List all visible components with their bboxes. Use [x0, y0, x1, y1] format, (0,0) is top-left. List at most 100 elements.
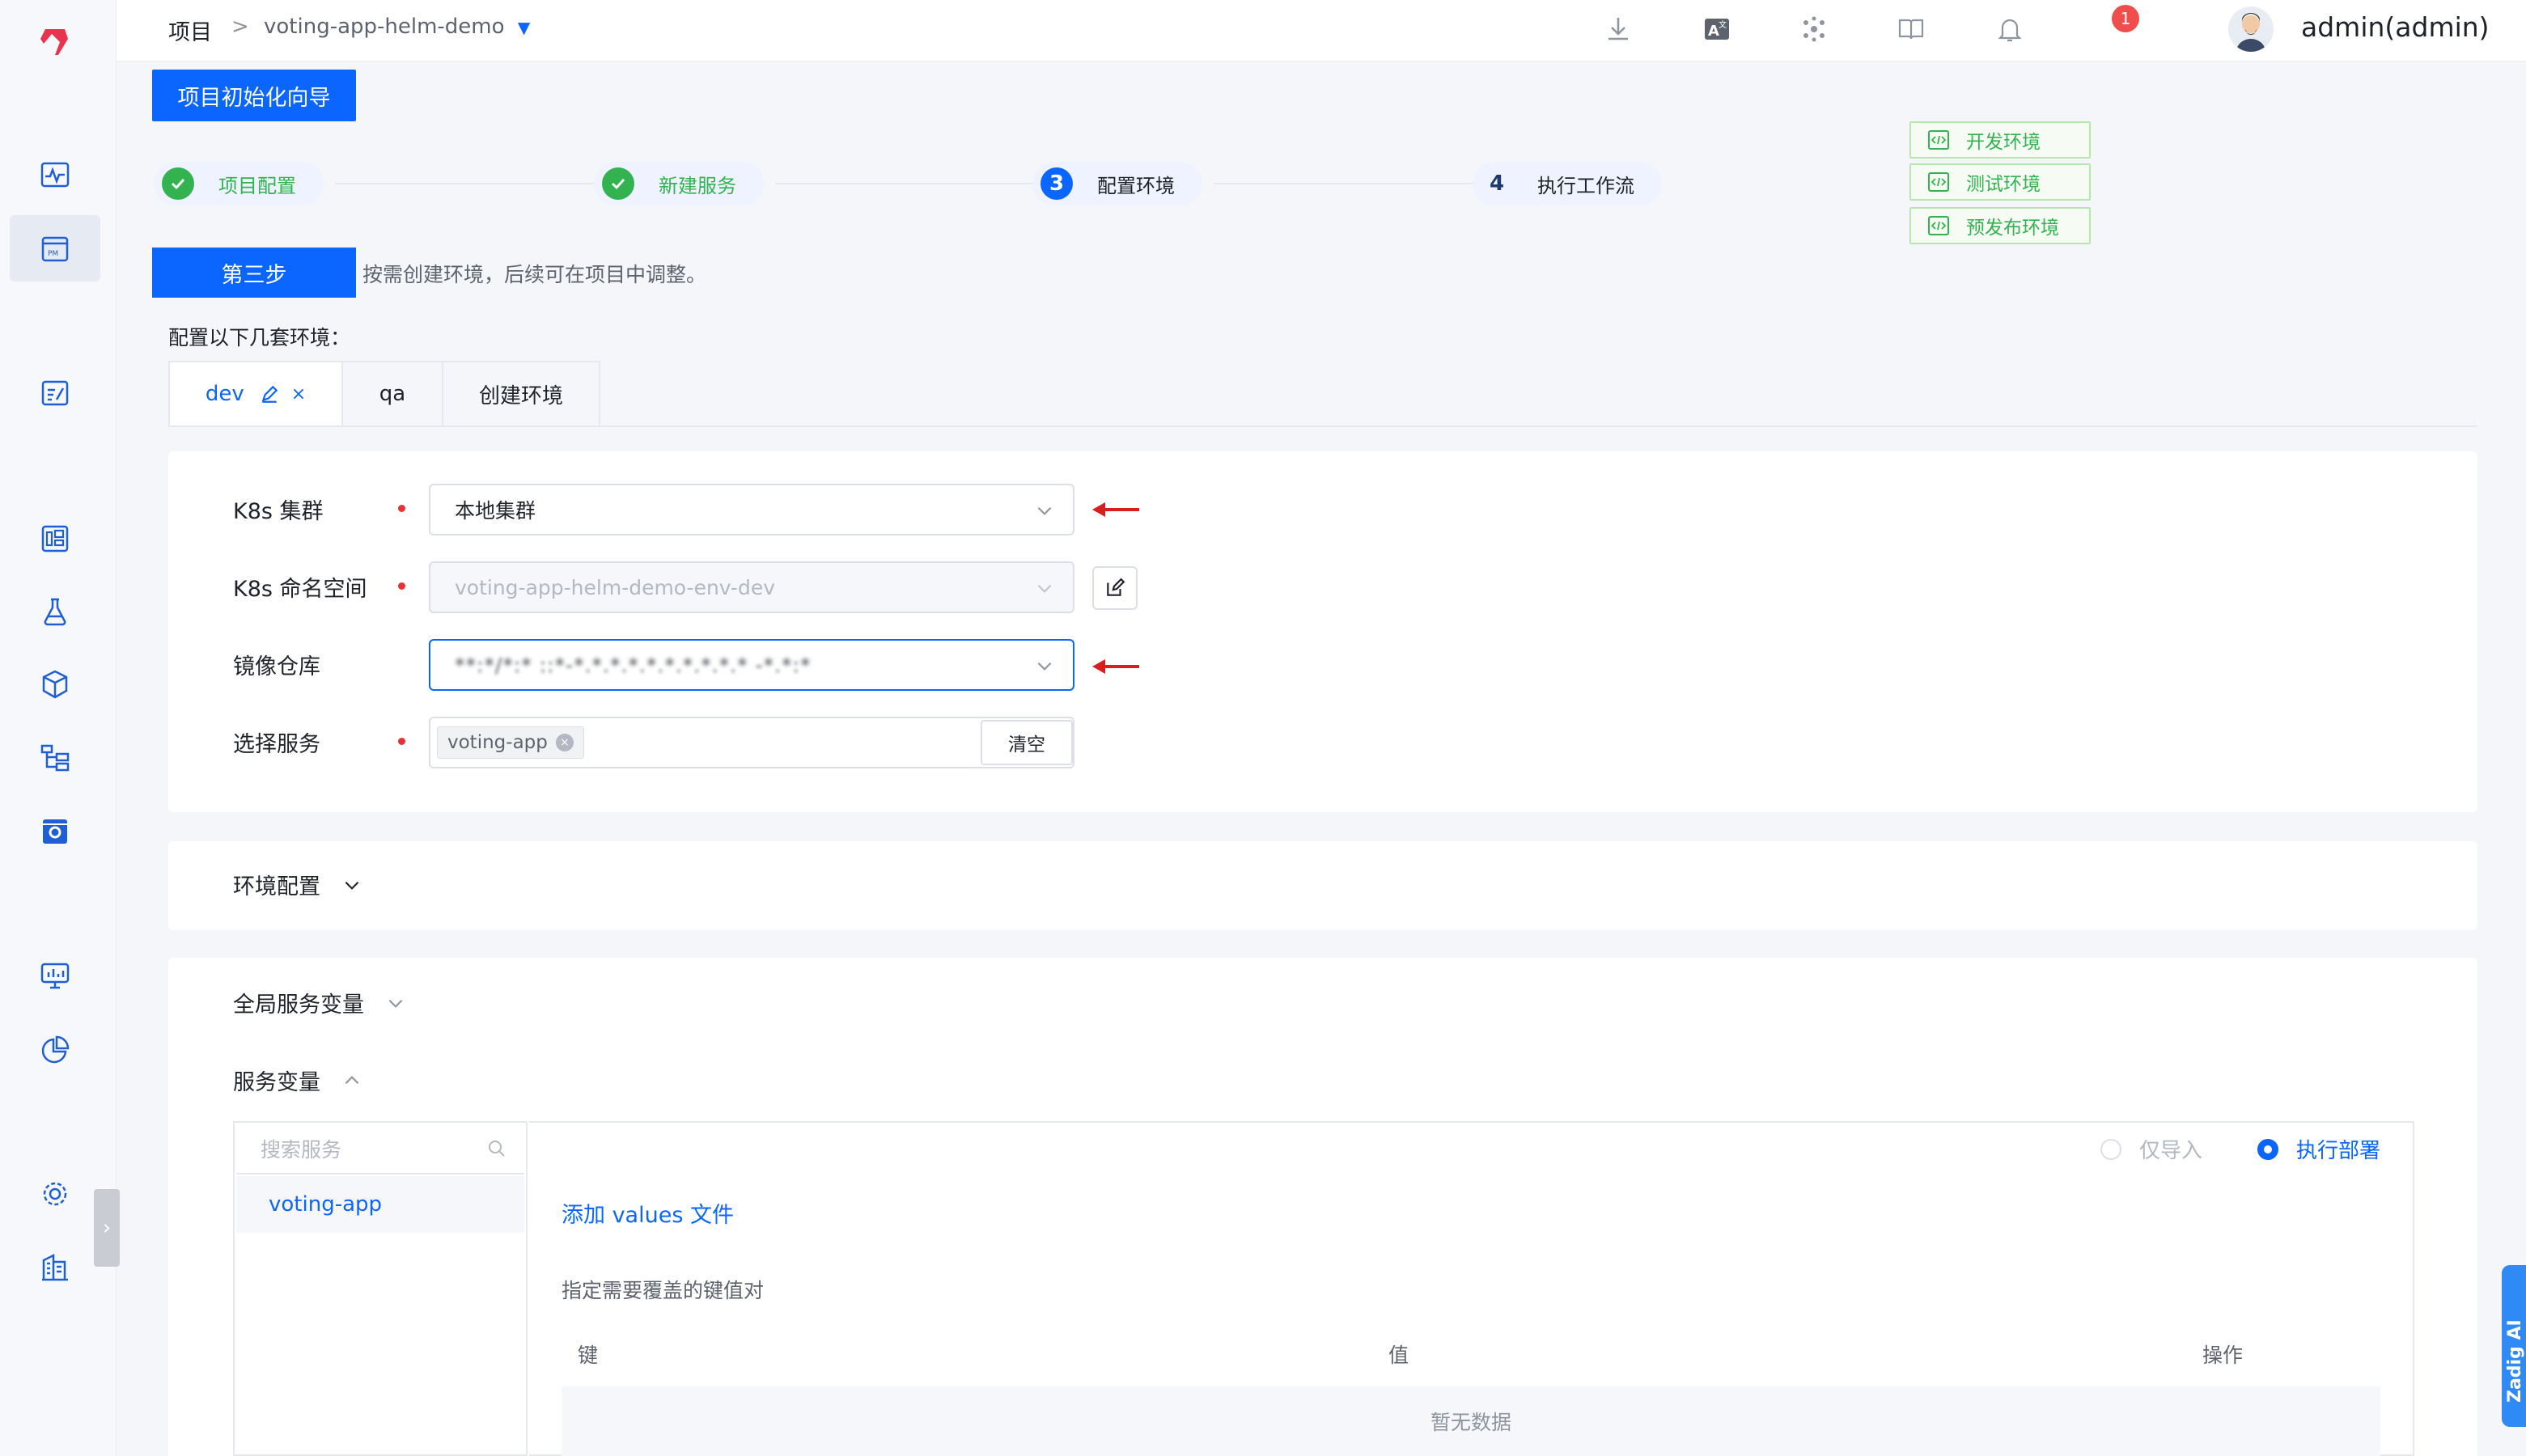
username[interactable]: admin(admin): [2301, 11, 2490, 43]
env-tag-staging[interactable]: 预发布环境: [1909, 207, 2091, 244]
tab-create-env[interactable]: 创建环境: [442, 361, 600, 427]
namespace-select: voting-app-helm-demo-env-dev: [429, 561, 1074, 613]
service-list: 搜索服务 voting-app: [233, 1121, 528, 1456]
docs-book-icon[interactable]: [1893, 11, 1929, 47]
dashboard-icon[interactable]: [34, 518, 76, 560]
env-tabs: dev × qa 创建环境: [168, 361, 600, 427]
global-vars-toggle[interactable]: 全局服务变量: [233, 987, 406, 1018]
env-config-title: 环境配置: [233, 874, 320, 899]
top-header: 项目 > voting-app-helm-demo ▼ A文 1 admin(a…: [117, 0, 2526, 61]
empty-table-row: 暂无数据: [562, 1386, 2380, 1456]
tab-dev-label: dev: [205, 382, 244, 406]
check-icon: [602, 167, 634, 200]
list-item[interactable]: voting-app: [236, 1176, 524, 1233]
env-tag-test-label: 测试环境: [1966, 174, 2041, 195]
pie-chart-icon[interactable]: [34, 1029, 76, 1071]
logo-icon[interactable]: [36, 23, 74, 61]
chip-remove-icon[interactable]: ×: [555, 734, 574, 751]
breadcrumb-root[interactable]: 项目: [168, 15, 212, 46]
override-hint: 指定需要覆盖的键值对: [562, 1279, 765, 1302]
add-values-link[interactable]: 添加 values 文件: [562, 1197, 734, 1229]
service-vars-toggle[interactable]: 服务变量: [233, 1064, 362, 1096]
env-tag-staging-label: 预发布环境: [1966, 218, 2059, 239]
settings-gear-icon[interactable]: [34, 1173, 76, 1215]
pulse-icon[interactable]: [34, 154, 76, 196]
chevron-down-icon: [1037, 584, 1052, 593]
step-4-label: 执行工作流: [1537, 174, 1634, 197]
zadig-ai-tab[interactable]: Zadig AI: [2502, 1265, 2526, 1427]
download-icon[interactable]: [1600, 11, 1636, 47]
svg-text:PM: PM: [48, 250, 58, 258]
pencil-icon[interactable]: [259, 383, 280, 404]
close-icon[interactable]: ×: [291, 384, 306, 404]
env-config-toggle[interactable]: 环境配置: [233, 869, 362, 900]
sidebar-collapse-handle[interactable]: ›: [94, 1189, 120, 1267]
column-header-action: 操作: [2202, 1344, 2244, 1367]
package-icon[interactable]: [34, 663, 76, 705]
step-tag: 第三步: [152, 248, 356, 298]
k8s-cluster-label: K8s 集群: [233, 499, 324, 524]
service-search-input[interactable]: 搜索服务: [236, 1124, 524, 1175]
chevron-down-icon: [1037, 662, 1052, 671]
step-2-label: 新建服务: [659, 174, 736, 197]
flask-icon[interactable]: [34, 590, 76, 633]
registry-label: 镜像仓库: [233, 654, 320, 679]
step-1: 项目配置: [154, 162, 324, 205]
chevron-up-icon: [345, 1075, 359, 1084]
tab-dev[interactable]: dev ×: [168, 361, 341, 427]
search-icon: [489, 1141, 505, 1157]
code-icon: [1928, 216, 1949, 235]
env-config-card: [168, 841, 2477, 930]
radio-deploy-label: 执行部署: [2296, 1139, 2381, 1163]
step-3-label: 配置环境: [1097, 174, 1175, 197]
radio-dot: [2257, 1138, 2278, 1160]
svg-text:A: A: [1708, 23, 1719, 40]
service-vars-title: 服务变量: [233, 1070, 320, 1095]
plugin-icon[interactable]: [1796, 11, 1832, 47]
avatar[interactable]: [2228, 6, 2274, 52]
step-connector-3: [1214, 183, 1477, 184]
step-3-number: 3: [1040, 167, 1073, 200]
zadig-ai-label: Zadig AI: [2505, 1319, 2525, 1403]
step-4: 4 执行工作流: [1473, 162, 1662, 205]
workflow-icon[interactable]: [34, 736, 76, 778]
env-tag-dev-label: 开发环境: [1966, 132, 2041, 153]
env-tag-dev[interactable]: 开发环境: [1909, 121, 2091, 159]
tab-qa[interactable]: qa: [341, 361, 442, 427]
config-title: 配置以下几套环境：: [168, 326, 351, 349]
service-select-label: 选择服务: [233, 732, 320, 757]
namespace-value: voting-app-helm-demo-env-dev: [455, 575, 775, 599]
project-selector[interactable]: voting-app-helm-demo ▼: [264, 15, 530, 39]
init-wizard-button[interactable]: 项目初始化向导: [152, 70, 356, 121]
sidebar: PM ›: [0, 0, 120, 1456]
registry-select[interactable]: **:*/*:* ::*-*.*.*.*.*.*.*.*.*.* -*.*:*: [429, 639, 1074, 691]
step-description: 按需创建环境，后续可在项目中调整。: [362, 263, 707, 286]
env-tag-test[interactable]: 测试环境: [1909, 163, 2091, 201]
radio-deploy[interactable]: 执行部署: [2257, 1134, 2380, 1164]
red-arrow-icon: [1092, 502, 1139, 517]
required-dot: [398, 582, 405, 590]
chevron-down-icon: [388, 999, 403, 1008]
bell-icon[interactable]: [1992, 11, 2028, 47]
edit-doc-icon[interactable]: [34, 372, 76, 414]
monitor-icon[interactable]: [34, 954, 76, 997]
k8s-cluster-select[interactable]: 本地集群: [429, 484, 1074, 535]
step-1-label: 项目配置: [218, 174, 296, 197]
edit-icon: [1107, 578, 1125, 596]
translate-icon[interactable]: A文: [1699, 11, 1735, 47]
code-icon: [1928, 172, 1949, 192]
radio-import-only[interactable]: 仅导入: [2100, 1134, 2202, 1164]
column-header-key: 键: [578, 1344, 599, 1367]
chevron-down-icon: [345, 881, 359, 890]
registry-value: **:*/*:* ::*-*.*.*.*.*.*.*.*.*.* -*.*:*: [455, 653, 812, 677]
step-connector-1: [335, 183, 600, 184]
namespace-label: K8s 命名空间: [233, 577, 367, 602]
building-icon[interactable]: [34, 1246, 76, 1288]
service-chip: voting-app ×: [437, 726, 584, 759]
clear-button[interactable]: 清空: [981, 720, 1073, 765]
radio-dot: [2100, 1138, 2121, 1160]
env-settings-icon[interactable]: [34, 811, 76, 853]
edit-namespace-button[interactable]: [1092, 566, 1138, 610]
step-3: 3 配置环境: [1032, 162, 1202, 205]
project-manage-icon[interactable]: PM: [34, 228, 76, 270]
